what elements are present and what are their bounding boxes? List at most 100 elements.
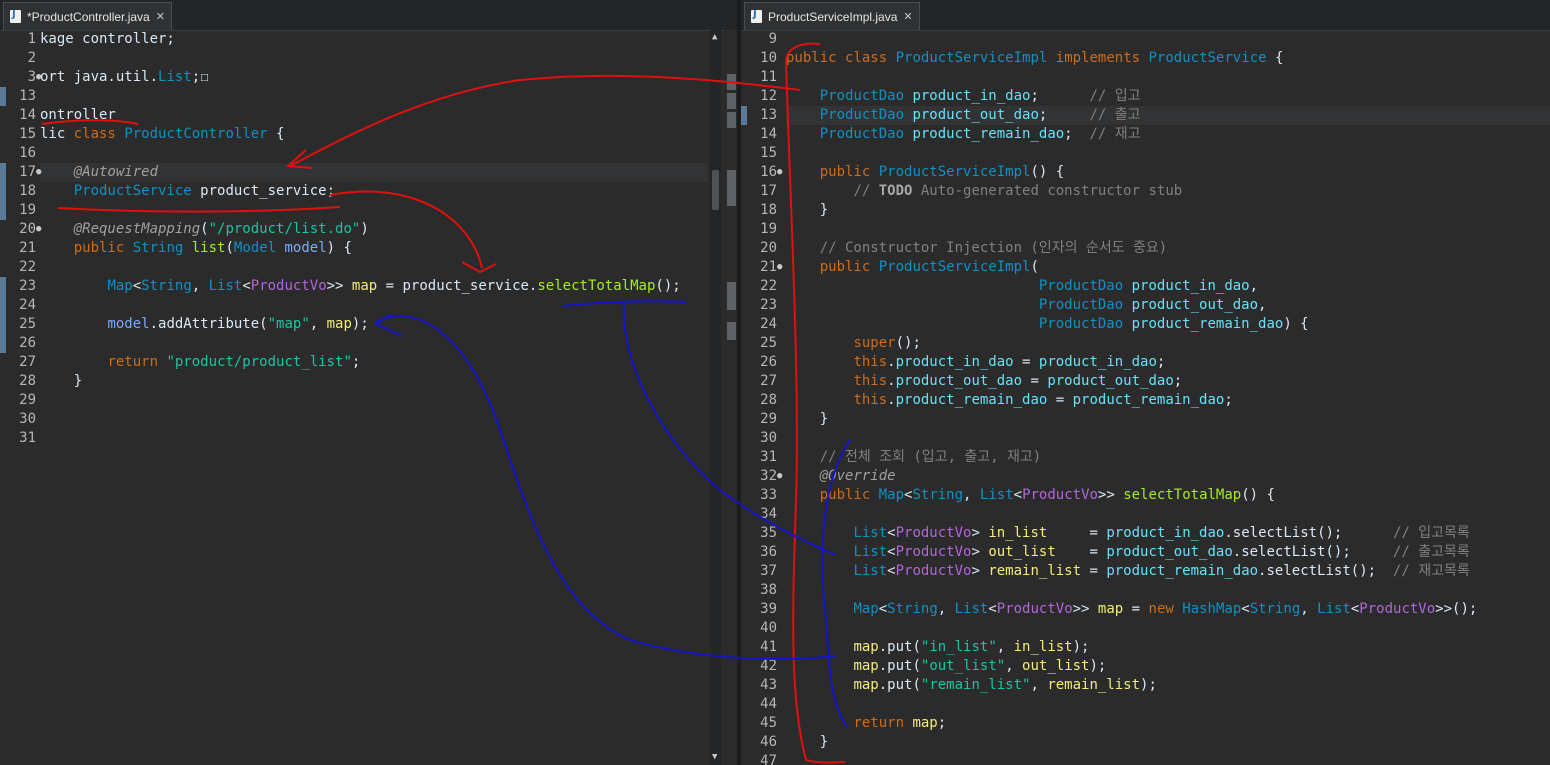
code-line[interactable]: // TODO Auto-generated constructor stub	[786, 182, 1182, 201]
line-number: 35	[760, 525, 777, 541]
fold-toggle-icon[interactable]: ●	[777, 467, 782, 486]
line-number: 10	[760, 50, 777, 66]
left-vertical-scrollbar[interactable]: ▲ ▼	[710, 30, 721, 765]
code-line[interactable]: public ProductServiceImpl(	[786, 258, 1039, 277]
line-number: 14	[760, 126, 777, 142]
code-line[interactable]: ProductDao product_in_dao; // 입고	[786, 87, 1141, 106]
code-line[interactable]: return "product/product_list";	[40, 353, 360, 372]
line-number: 41	[760, 639, 777, 655]
line-number: 25	[760, 335, 777, 351]
code-line[interactable]: ProductDao product_remain_dao) {	[786, 315, 1309, 334]
line-number: 33	[760, 487, 777, 503]
line-number: 16	[760, 164, 777, 180]
code-line[interactable]: }	[40, 372, 82, 391]
code-line[interactable]: // Constructor Injection (인자의 순서도 중요)	[786, 239, 1167, 258]
left-overview-ruler[interactable]	[724, 30, 737, 765]
code-line[interactable]: }	[786, 201, 828, 220]
code-line[interactable]: @RequestMapping("/product/list.do")	[40, 220, 369, 239]
line-number: 19	[19, 202, 36, 218]
scroll-thumb[interactable]	[712, 170, 719, 210]
line-number: 47	[760, 753, 777, 765]
code-line[interactable]: Map<String, List<ProductVo>> map = new H…	[786, 600, 1477, 619]
left-tab-bar: *ProductController.java ✕	[0, 0, 737, 31]
line-number: 32	[760, 468, 777, 484]
code-line[interactable]: public class ProductServiceImpl implemen…	[786, 49, 1283, 68]
code-line[interactable]: map.put("remain_list", remain_list);	[786, 676, 1156, 695]
overview-marker[interactable]	[727, 282, 736, 310]
line-number: 22	[760, 278, 777, 294]
line-number: 17	[760, 183, 777, 199]
code-line[interactable]: kage controller;	[40, 30, 175, 49]
scroll-down-icon[interactable]: ▼	[712, 752, 717, 762]
code-line[interactable]: Map<String, List<ProductVo>> map = produ…	[40, 277, 680, 296]
overview-marker[interactable]	[727, 170, 736, 206]
left-editor-pane: *ProductController.java ✕ 1kage controll…	[0, 0, 737, 765]
line-number: 27	[19, 354, 36, 370]
line-number: 3	[27, 69, 36, 85]
line-number: 24	[19, 297, 36, 313]
code-line[interactable]: super();	[786, 334, 920, 353]
code-line[interactable]: ProductDao product_remain_dao; // 재고	[786, 125, 1141, 144]
line-number: 44	[760, 696, 777, 712]
code-line[interactable]: @Override	[786, 467, 896, 486]
line-number: 2	[27, 50, 36, 66]
line-number: 1	[27, 31, 36, 47]
tab-product-service-impl[interactable]: ProductServiceImpl.java ✕	[744, 2, 920, 30]
code-line[interactable]: lic class ProductController {	[40, 125, 284, 144]
line-number: 43	[760, 677, 777, 693]
line-number: 20	[19, 221, 36, 237]
line-number: 42	[760, 658, 777, 674]
overview-marker[interactable]	[727, 112, 736, 128]
line-number: 24	[760, 316, 777, 332]
code-line[interactable]: this.product_remain_dao = product_remain…	[786, 391, 1232, 410]
code-line[interactable]: map.put("in_list", in_list);	[786, 638, 1089, 657]
line-number: 45	[760, 715, 777, 731]
code-line[interactable]: this.product_out_dao = product_out_dao;	[786, 372, 1182, 391]
tab-label: ProductServiceImpl.java	[768, 9, 898, 24]
line-number: 16	[19, 145, 36, 161]
code-line[interactable]: ontroller	[40, 106, 116, 125]
line-number: 19	[760, 221, 777, 237]
line-number: 26	[760, 354, 777, 370]
fold-toggle-icon[interactable]: ●	[777, 258, 782, 277]
code-line[interactable]: ProductDao product_out_dao,	[786, 296, 1267, 315]
right-tab-bar: ProductServiceImpl.java ✕	[741, 0, 1550, 31]
java-file-icon	[10, 9, 21, 23]
code-line[interactable]: this.product_in_dao = product_in_dao;	[786, 353, 1165, 372]
code-line[interactable]: // 전체 조회 (입고, 출고, 재고)	[786, 448, 1042, 467]
overview-marker[interactable]	[727, 93, 736, 109]
code-line[interactable]: public String list(Model model) {	[40, 239, 352, 258]
code-line[interactable]: }	[786, 410, 828, 429]
line-number: 21	[19, 240, 36, 256]
code-line[interactable]: List<ProductVo> remain_list = product_re…	[786, 562, 1469, 581]
overview-marker[interactable]	[727, 322, 736, 340]
line-number: 18	[760, 202, 777, 218]
code-line[interactable]: ort java.util.List;☐	[40, 68, 209, 87]
line-number: 27	[760, 373, 777, 389]
line-number: 23	[760, 297, 777, 313]
code-line[interactable]: @Autowired	[40, 163, 158, 182]
line-number: 28	[760, 392, 777, 408]
close-icon[interactable]: ✕	[903, 10, 912, 23]
code-line[interactable]: public ProductServiceImpl() {	[786, 163, 1064, 182]
line-number: 17	[19, 164, 36, 180]
fold-toggle-icon[interactable]: ●	[777, 163, 782, 182]
code-line[interactable]: ProductService product_service;	[40, 182, 335, 201]
line-number: 39	[760, 601, 777, 617]
line-number: 15	[19, 126, 36, 142]
code-line[interactable]: ProductDao product_in_dao,	[786, 277, 1258, 296]
code-line[interactable]: return map;	[786, 714, 946, 733]
line-number: 28	[19, 373, 36, 389]
code-line[interactable]: public Map<String, List<ProductVo>> sele…	[786, 486, 1275, 505]
tab-product-controller[interactable]: *ProductController.java ✕	[3, 2, 172, 30]
line-number: 15	[760, 145, 777, 161]
code-line[interactable]: }	[786, 733, 828, 752]
code-line[interactable]: List<ProductVo> out_list = product_out_d…	[786, 543, 1469, 562]
scroll-up-icon[interactable]: ▲	[712, 32, 717, 42]
code-line[interactable]: List<ProductVo> in_list = product_in_dao…	[786, 524, 1469, 543]
overview-marker[interactable]	[727, 74, 736, 90]
code-line[interactable]: ProductDao product_out_dao; // 출고	[786, 106, 1141, 125]
code-line[interactable]: map.put("out_list", out_list);	[786, 657, 1106, 676]
code-line[interactable]: model.addAttribute("map", map);	[40, 315, 368, 334]
close-icon[interactable]: ✕	[156, 10, 165, 23]
